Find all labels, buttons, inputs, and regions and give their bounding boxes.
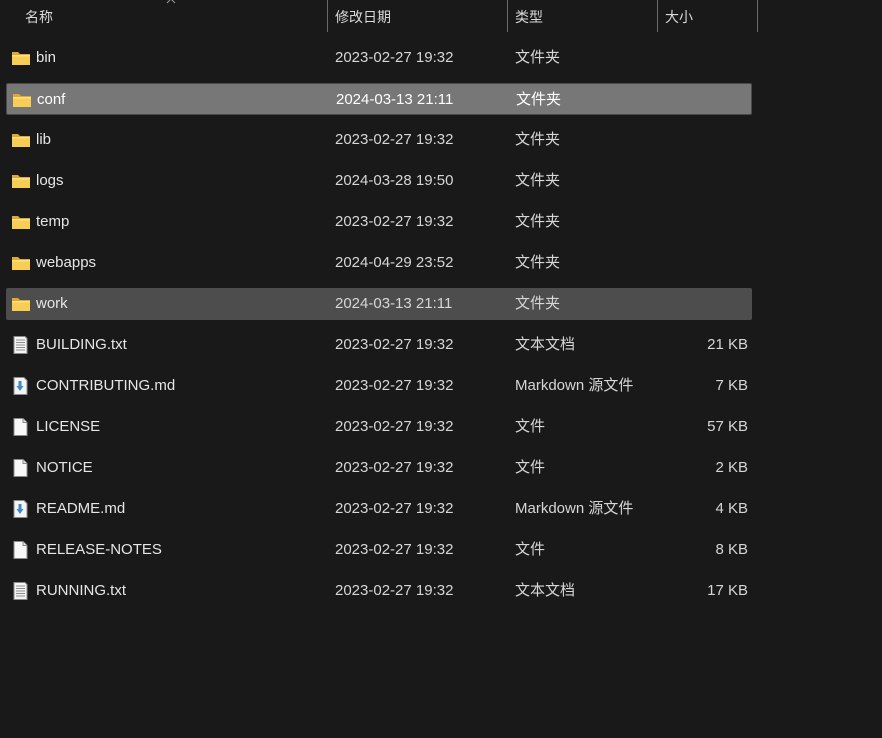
column-header-name[interactable]: 名称 [25,0,53,32]
file-row[interactable]: RELEASE-NOTES 2023-02-27 19:32 文件 8 KB [6,534,752,566]
file-type: 文件夹 [515,295,561,312]
file-type: Markdown 源文件 [515,500,634,517]
file-icon [11,418,31,436]
file-date: 2024-03-13 21:11 [335,295,453,312]
file-date: 2023-02-27 19:32 [335,500,454,517]
file-type: 文件夹 [515,172,561,189]
file-date: 2023-02-27 19:32 [335,418,454,435]
file-date: 2024-03-13 21:11 [336,91,454,108]
column-divider[interactable] [507,0,508,32]
file-row[interactable]: LICENSE 2023-02-27 19:32 文件 57 KB [6,411,752,443]
file-type: 文件 [515,541,546,558]
file-name[interactable]: NOTICE [36,452,93,484]
file-type: 文件夹 [515,131,561,148]
file-type: 文件夹 [515,49,561,66]
file-row[interactable]: bin 2023-02-27 19:32 文件夹 [6,42,752,74]
markdown-file-icon [11,377,31,395]
file-date: 2023-02-27 19:32 [335,131,454,148]
markdown-file-icon [11,500,31,518]
folder-icon [11,295,31,313]
file-name[interactable]: webapps [36,247,96,279]
file-size: 17 KB [707,582,748,599]
file-row[interactable]: CONTRIBUTING.md 2023-02-27 19:32 Markdown … [6,370,752,402]
file-name[interactable]: conf [37,84,65,116]
file-size: 57 KB [707,418,748,435]
file-icon [11,459,31,477]
file-row[interactable]: work 2024-03-13 21:11 文件夹 [6,288,752,320]
folder-icon [11,131,31,149]
file-type: 文件夹 [516,91,562,108]
file-name[interactable]: work [36,288,68,320]
file-type: 文本文档 [515,582,576,599]
file-name[interactable]: lib [36,124,51,156]
file-name[interactable]: bin [36,42,56,74]
file-date: 2023-02-27 19:32 [335,336,454,353]
file-type: Markdown 源文件 [515,377,634,394]
file-size [646,247,748,279]
file-row[interactable]: temp 2023-02-27 19:32 文件夹 [6,206,752,238]
file-name[interactable]: BUILDING.txt [36,329,127,361]
column-header-type[interactable]: 类型 [515,0,543,32]
file-row[interactable]: RUNNING.txt 2023-02-27 19:32 文本文档 17 KB [6,575,752,607]
file-row[interactable]: NOTICE 2023-02-27 19:32 文件 2 KB [6,452,752,484]
file-row[interactable]: webapps 2024-04-29 23:52 文件夹 [6,247,752,279]
file-size [647,84,749,116]
file-name[interactable]: README.md [36,493,125,525]
file-date: 2023-02-27 19:32 [335,377,454,394]
file-date: 2023-02-27 19:32 [335,213,454,230]
file-type: 文件夹 [515,213,561,230]
column-divider[interactable] [657,0,658,32]
file-size: 7 KB [715,377,748,394]
file-type: 文件 [515,459,546,476]
file-size [646,206,748,238]
file-size: 2 KB [715,459,748,476]
file-type: 文本文档 [515,336,576,353]
file-date: 2024-03-28 19:50 [335,172,454,189]
chevron-up-icon [166,0,176,4]
folder-icon [12,91,32,109]
file-size: 21 KB [707,336,748,353]
file-size [646,124,748,156]
file-row[interactable]: README.md 2023-02-27 19:32 Markdown 源文件 4 K… [6,493,752,525]
file-size [646,288,748,320]
folder-icon [11,49,31,67]
file-size [646,42,748,74]
column-divider[interactable] [327,0,328,32]
file-name[interactable]: LICENSE [36,411,100,443]
file-date: 2024-04-29 23:52 [335,254,454,271]
file-row[interactable]: BUILDING.txt 2023-02-27 19:32 文本文档 21 KB [6,329,752,361]
file-date: 2023-02-27 19:32 [335,459,454,476]
file-date: 2023-02-27 19:32 [335,582,454,599]
file-name[interactable]: RELEASE-NOTES [36,534,162,566]
file-icon [11,541,31,559]
file-date: 2023-02-27 19:32 [335,541,454,558]
file-type: 文件夹 [515,254,561,271]
file-row[interactable]: logs 2024-03-28 19:50 文件夹 [6,165,752,197]
folder-icon [11,254,31,272]
file-row[interactable]: lib 2023-02-27 19:32 文件夹 [6,124,752,156]
text-file-icon [11,582,31,600]
folder-icon [11,213,31,231]
column-header: 名称 修改日期 类型 大小 [0,0,882,32]
text-file-icon [11,336,31,354]
file-date: 2023-02-27 19:32 [335,49,454,66]
file-row[interactable]: conf 2024-03-13 21:11 文件夹 [6,83,752,115]
column-header-size[interactable]: 大小 [665,0,693,32]
column-divider[interactable] [757,0,758,32]
column-header-date[interactable]: 修改日期 [335,0,391,32]
file-name[interactable]: temp [36,206,69,238]
file-type: 文件 [515,418,546,435]
file-name[interactable]: CONTRIBUTING.md [36,370,175,402]
folder-icon [11,172,31,190]
file-name[interactable]: logs [36,165,64,197]
file-name[interactable]: RUNNING.txt [36,575,126,607]
file-size [646,165,748,197]
file-size: 4 KB [715,500,748,517]
file-size: 8 KB [715,541,748,558]
